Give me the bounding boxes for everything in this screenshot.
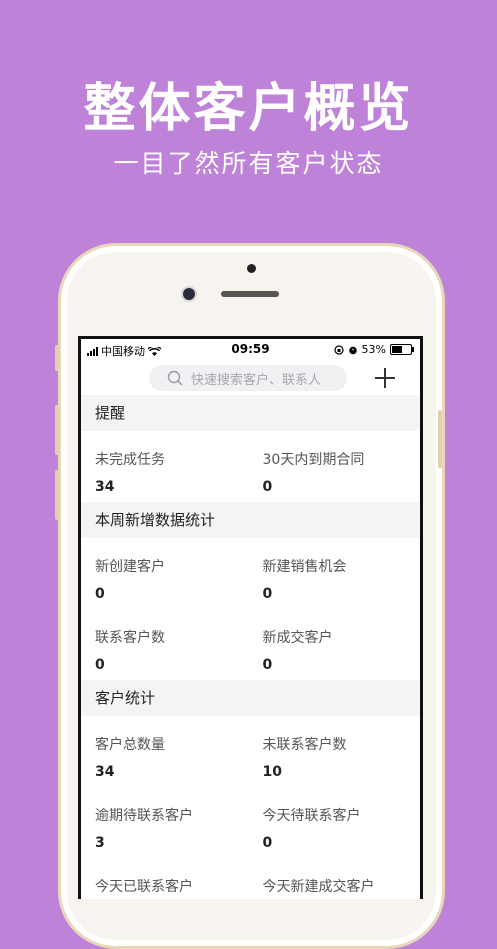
stat-value: 10: [262, 764, 282, 780]
stat-value: 34: [95, 479, 115, 495]
volume-down-button: [55, 470, 59, 520]
battery-percent: 53%: [361, 343, 386, 356]
stat-overdue-contacts[interactable]: 逾期待联系客户 3: [81, 787, 251, 858]
stat-contacted-customers[interactable]: 联系客户数 0: [81, 609, 251, 680]
search-bar: 快速搜索客户、联系人: [81, 361, 420, 395]
volume-up-button: [55, 405, 59, 455]
stat-label: 未联系客户数: [262, 737, 347, 753]
alarm-icon: [348, 346, 357, 354]
front-sensor: [247, 264, 256, 273]
stat-value: 0: [262, 657, 273, 673]
reminder-grid: 未完成任务 34 30天内到期合同 0: [81, 431, 420, 502]
section-title-weekly: 本周新增数据统计: [81, 502, 420, 538]
stat-value: 0: [262, 835, 273, 851]
stat-label: 未完成任务: [95, 452, 165, 468]
stat-value: 0: [262, 479, 273, 495]
stat-uncontacted-customers[interactable]: 未联系客户数 10: [251, 716, 421, 787]
orientation-lock-icon: [333, 344, 344, 355]
weekly-grid: 新创建客户 0 新建销售机会 0 联系客户数 0 新成交客户 0: [81, 538, 420, 680]
search-icon: [167, 370, 183, 386]
section-title-reminder: 提醒: [81, 395, 420, 431]
stat-today-contacted[interactable]: 今天已联系客户: [81, 858, 251, 899]
search-input[interactable]: 快速搜索客户、联系人: [149, 365, 347, 391]
stat-expiring-contracts[interactable]: 30天内到期合同 0: [251, 431, 421, 502]
hero-title: 整体客户概览: [83, 79, 414, 139]
status-bar: 中国移动 09:59 53%: [81, 339, 420, 361]
stat-label: 新成交客户: [262, 630, 333, 646]
stat-new-customers[interactable]: 新创建客户 0: [81, 538, 251, 609]
stat-today-pending-contacts[interactable]: 今天待联系客户 0: [251, 787, 421, 858]
stat-label: 今天已联系客户: [95, 879, 193, 895]
hero-subtitle: 一目了然所有客户状态: [113, 149, 384, 178]
stat-value: 34: [95, 764, 115, 780]
stat-label: 逾期待联系客户: [95, 808, 193, 824]
stat-value: 3: [95, 835, 105, 851]
search-placeholder: 快速搜索客户、联系人: [191, 372, 322, 388]
customers-grid: 客户总数量 34 未联系客户数 10 逾期待联系客户 3 今天待联系客户 0 今天已联系…: [81, 716, 420, 899]
stat-value: 0: [95, 657, 105, 673]
stat-label: 客户总数量: [95, 737, 165, 753]
front-camera: [183, 288, 195, 300]
stat-value: 0: [262, 586, 273, 602]
stat-value: 0: [95, 586, 105, 602]
stat-label: 联系客户数: [95, 630, 165, 646]
stat-label: 新建销售机会: [262, 559, 347, 575]
battery-icon: [390, 344, 414, 355]
stat-new-deals[interactable]: 新成交客户 0: [251, 609, 421, 680]
stat-label: 新创建客户: [95, 559, 165, 575]
app-screen: 中国移动 09:59 53% 快速搜索客户、联系人 提醒 未完成任务 34 30天…: [78, 336, 423, 899]
stat-today-new-deals[interactable]: 今天新建成交客户: [251, 858, 421, 899]
stat-label: 今天待联系客户: [262, 808, 361, 824]
section-title-customers: 客户统计: [81, 680, 420, 716]
add-icon[interactable]: [374, 367, 396, 389]
stat-label: 今天新建成交客户: [262, 879, 375, 895]
mute-switch: [55, 345, 59, 371]
stat-label: 30天内到期合同: [262, 452, 365, 468]
stat-new-opportunities[interactable]: 新建销售机会 0: [251, 538, 421, 609]
earpiece-speaker: [221, 291, 279, 297]
stat-unfinished-tasks[interactable]: 未完成任务 34: [81, 431, 251, 502]
stat-total-customers[interactable]: 客户总数量 34: [81, 716, 251, 787]
power-button: [438, 410, 442, 468]
